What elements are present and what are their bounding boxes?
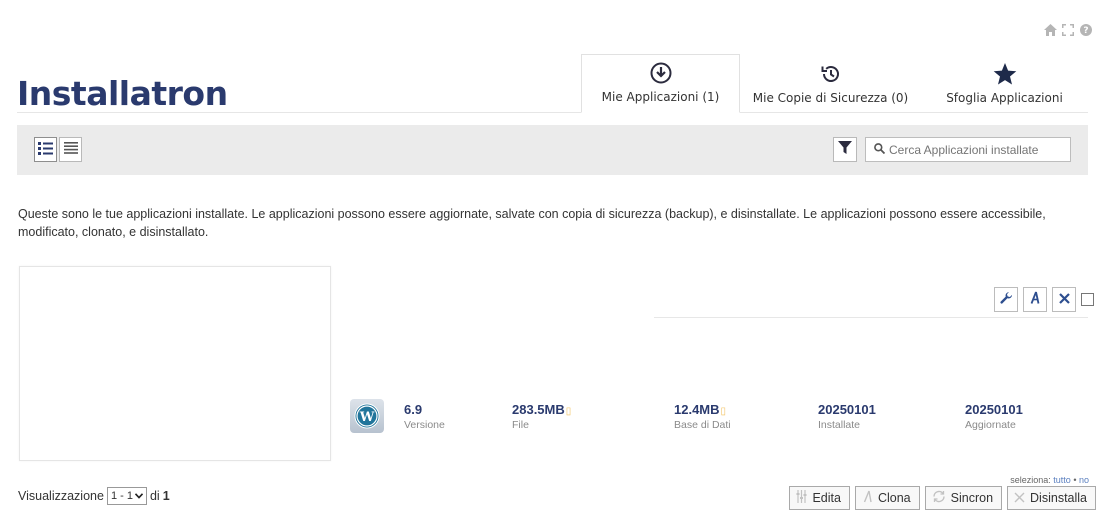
uninstall-button[interactable]: Disinstalla (1007, 486, 1096, 510)
pager-total: 1 (162, 489, 170, 503)
bulk-actions: Edita Clona Sincron Disinstalla (789, 486, 1096, 510)
stat-installed: 20250101 Installate (818, 402, 876, 431)
stat-updated: 20250101 Aggiornate (965, 402, 1023, 431)
page-range-select[interactable]: 1 - 1 (106, 487, 147, 505)
clone-icon (862, 490, 873, 506)
select-separator: • (1073, 475, 1077, 485)
filter-icon (838, 141, 852, 158)
stat-files: 283.5MB▯ File (512, 402, 571, 431)
stat-value: 6.9 (404, 402, 423, 417)
compact-list-icon (63, 142, 78, 157)
stat-label: Installate (818, 419, 861, 431)
sync-icon (932, 490, 946, 506)
clone-app-button[interactable] (1023, 287, 1047, 312)
page-description: Queste sono le tue applicazioni installa… (18, 207, 1046, 239)
help-icon[interactable]: ? (1079, 24, 1093, 40)
stat-value: 20250101 (965, 402, 1023, 417)
uninstall-app-button[interactable] (1052, 287, 1076, 312)
tab-my-applications[interactable]: Mie Applicazioni (1) (581, 54, 740, 113)
select-all-controls: seleziona: tutto • no (1010, 475, 1089, 485)
search-input[interactable] (889, 142, 1069, 157)
close-icon (1058, 292, 1070, 307)
stat-value: 283.5MB (512, 402, 565, 417)
toolbar (17, 125, 1088, 175)
star-icon (993, 61, 1017, 87)
sliders-icon (796, 490, 807, 506)
search-box[interactable] (865, 137, 1071, 162)
download-circle-icon (650, 60, 672, 86)
page-range-value: 1 - 1 (110, 490, 133, 502)
search-icon (874, 142, 886, 157)
wordpress-icon[interactable]: W (350, 399, 384, 433)
database-file-icon[interactable]: ▯ (721, 406, 727, 417)
tab-label: Mie Applicazioni (1) (601, 90, 720, 104)
edit-app-button[interactable] (994, 287, 1018, 312)
edit-label: Edita (812, 491, 841, 505)
stat-value-files: 283.5MB▯ (512, 402, 571, 417)
stat-value: 20250101 (818, 402, 876, 417)
filter-button[interactable] (833, 137, 857, 162)
sync-button[interactable]: Sincron (924, 486, 1003, 510)
clone-button[interactable]: Clona (854, 486, 920, 510)
select-all-link[interactable]: tutto (1053, 475, 1071, 485)
clone-label: Clona (877, 491, 911, 505)
select-prefix: seleziona: (1010, 475, 1051, 485)
stat-database: 12.4MB▯ Base di Dati (674, 402, 731, 431)
stat-label: Base di Dati (674, 419, 731, 431)
sync-label: Sincron (950, 491, 994, 505)
stat-value: 12.4MB (674, 402, 720, 417)
edit-button[interactable]: Edita (789, 486, 850, 510)
chevron-down-icon (134, 490, 144, 502)
file-icon[interactable]: ▯ (566, 406, 572, 417)
svg-text:?: ? (1083, 26, 1088, 36)
app-select-checkbox[interactable] (1081, 293, 1094, 306)
clone-icon (1029, 291, 1041, 308)
stat-label: Aggiornate (965, 419, 1016, 431)
wrench-icon (999, 291, 1013, 308)
pager-label: Visualizzazione (18, 489, 104, 503)
uninstall-label: Disinstalla (1030, 491, 1087, 505)
select-none-link[interactable]: no (1079, 475, 1089, 485)
pager-of: di (149, 489, 160, 503)
list-detail-icon (38, 141, 53, 158)
row-actions (994, 287, 1094, 312)
fullscreen-icon[interactable] (1061, 24, 1075, 40)
stat-value-db: 12.4MB▯ (674, 402, 731, 417)
top-icons: ? (1043, 24, 1093, 40)
main-tabs: Mie Applicazioni (1) Mie Copie di Sicure… (581, 54, 1088, 113)
stat-version: 6.9 Versione (404, 402, 445, 431)
stat-label: Versione (404, 419, 445, 431)
stat-label: File (512, 419, 529, 431)
installatron-logo[interactable]: Installatron (17, 74, 228, 113)
row-divider (654, 317, 1088, 318)
tab-label: Sfoglia Applicazioni (946, 91, 1063, 105)
tab-label: Mie Copie di Sicurezza (0) (752, 91, 909, 105)
compact-list-view-button[interactable] (59, 137, 82, 162)
pagination: Visualizzazione 1 - 1 di 1 (18, 487, 170, 505)
tab-browse-applications[interactable]: Sfoglia Applicazioni (921, 54, 1088, 113)
app-screenshot-thumbnail[interactable] (19, 266, 331, 461)
svg-text:W: W (359, 410, 375, 425)
tab-my-backups[interactable]: Mie Copie di Sicurezza (0) (740, 54, 921, 113)
history-icon (820, 61, 842, 87)
home-icon[interactable] (1043, 24, 1057, 40)
close-icon (1014, 491, 1025, 506)
list-detail-view-button[interactable] (34, 137, 57, 162)
